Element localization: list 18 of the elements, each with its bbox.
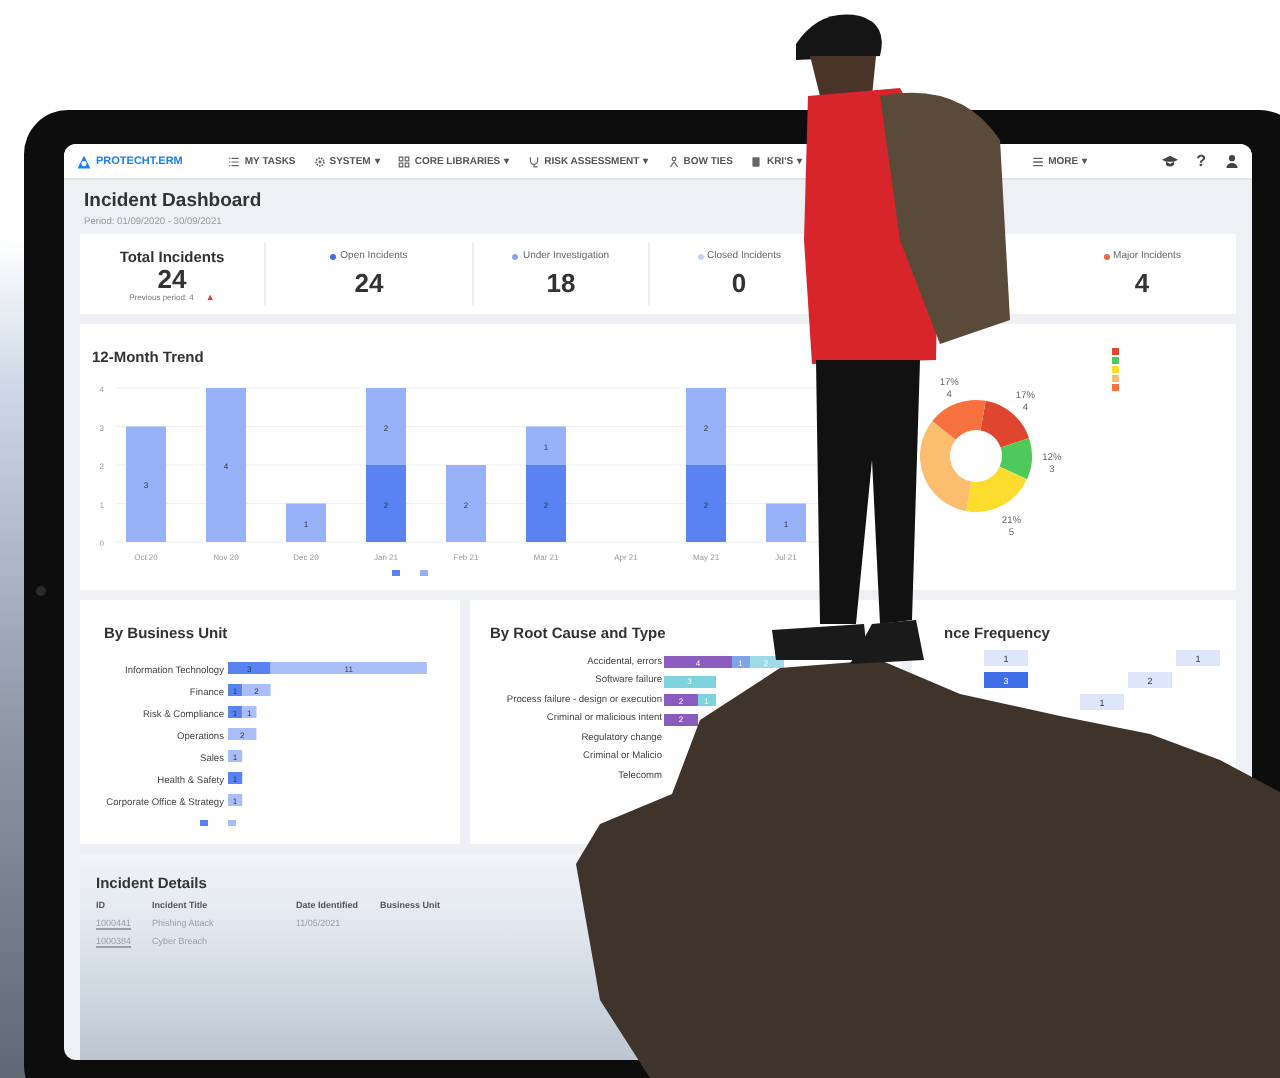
graduation-cap-icon[interactable] (1162, 154, 1179, 168)
kpi-value: 4 (1134, 268, 1150, 298)
stethoscope-icon (528, 155, 541, 167)
kpi-value: 18 (546, 268, 576, 298)
kpi-value: 24 (157, 265, 187, 291)
user-icon[interactable] (1224, 154, 1240, 168)
help-button[interactable]: ? (1196, 152, 1206, 170)
person-icon (667, 155, 680, 167)
page-title: Incident Dashboard (84, 190, 264, 212)
logo-icon (76, 153, 92, 169)
kpi-value: 24 (354, 268, 384, 298)
menu-icon (1032, 155, 1045, 167)
camera-icon (36, 586, 46, 596)
list-icon (228, 155, 241, 167)
phone-icon (750, 155, 763, 167)
gear-icon (313, 155, 326, 167)
grid-icon (398, 155, 411, 167)
kpi-value: 0 (731, 268, 747, 298)
